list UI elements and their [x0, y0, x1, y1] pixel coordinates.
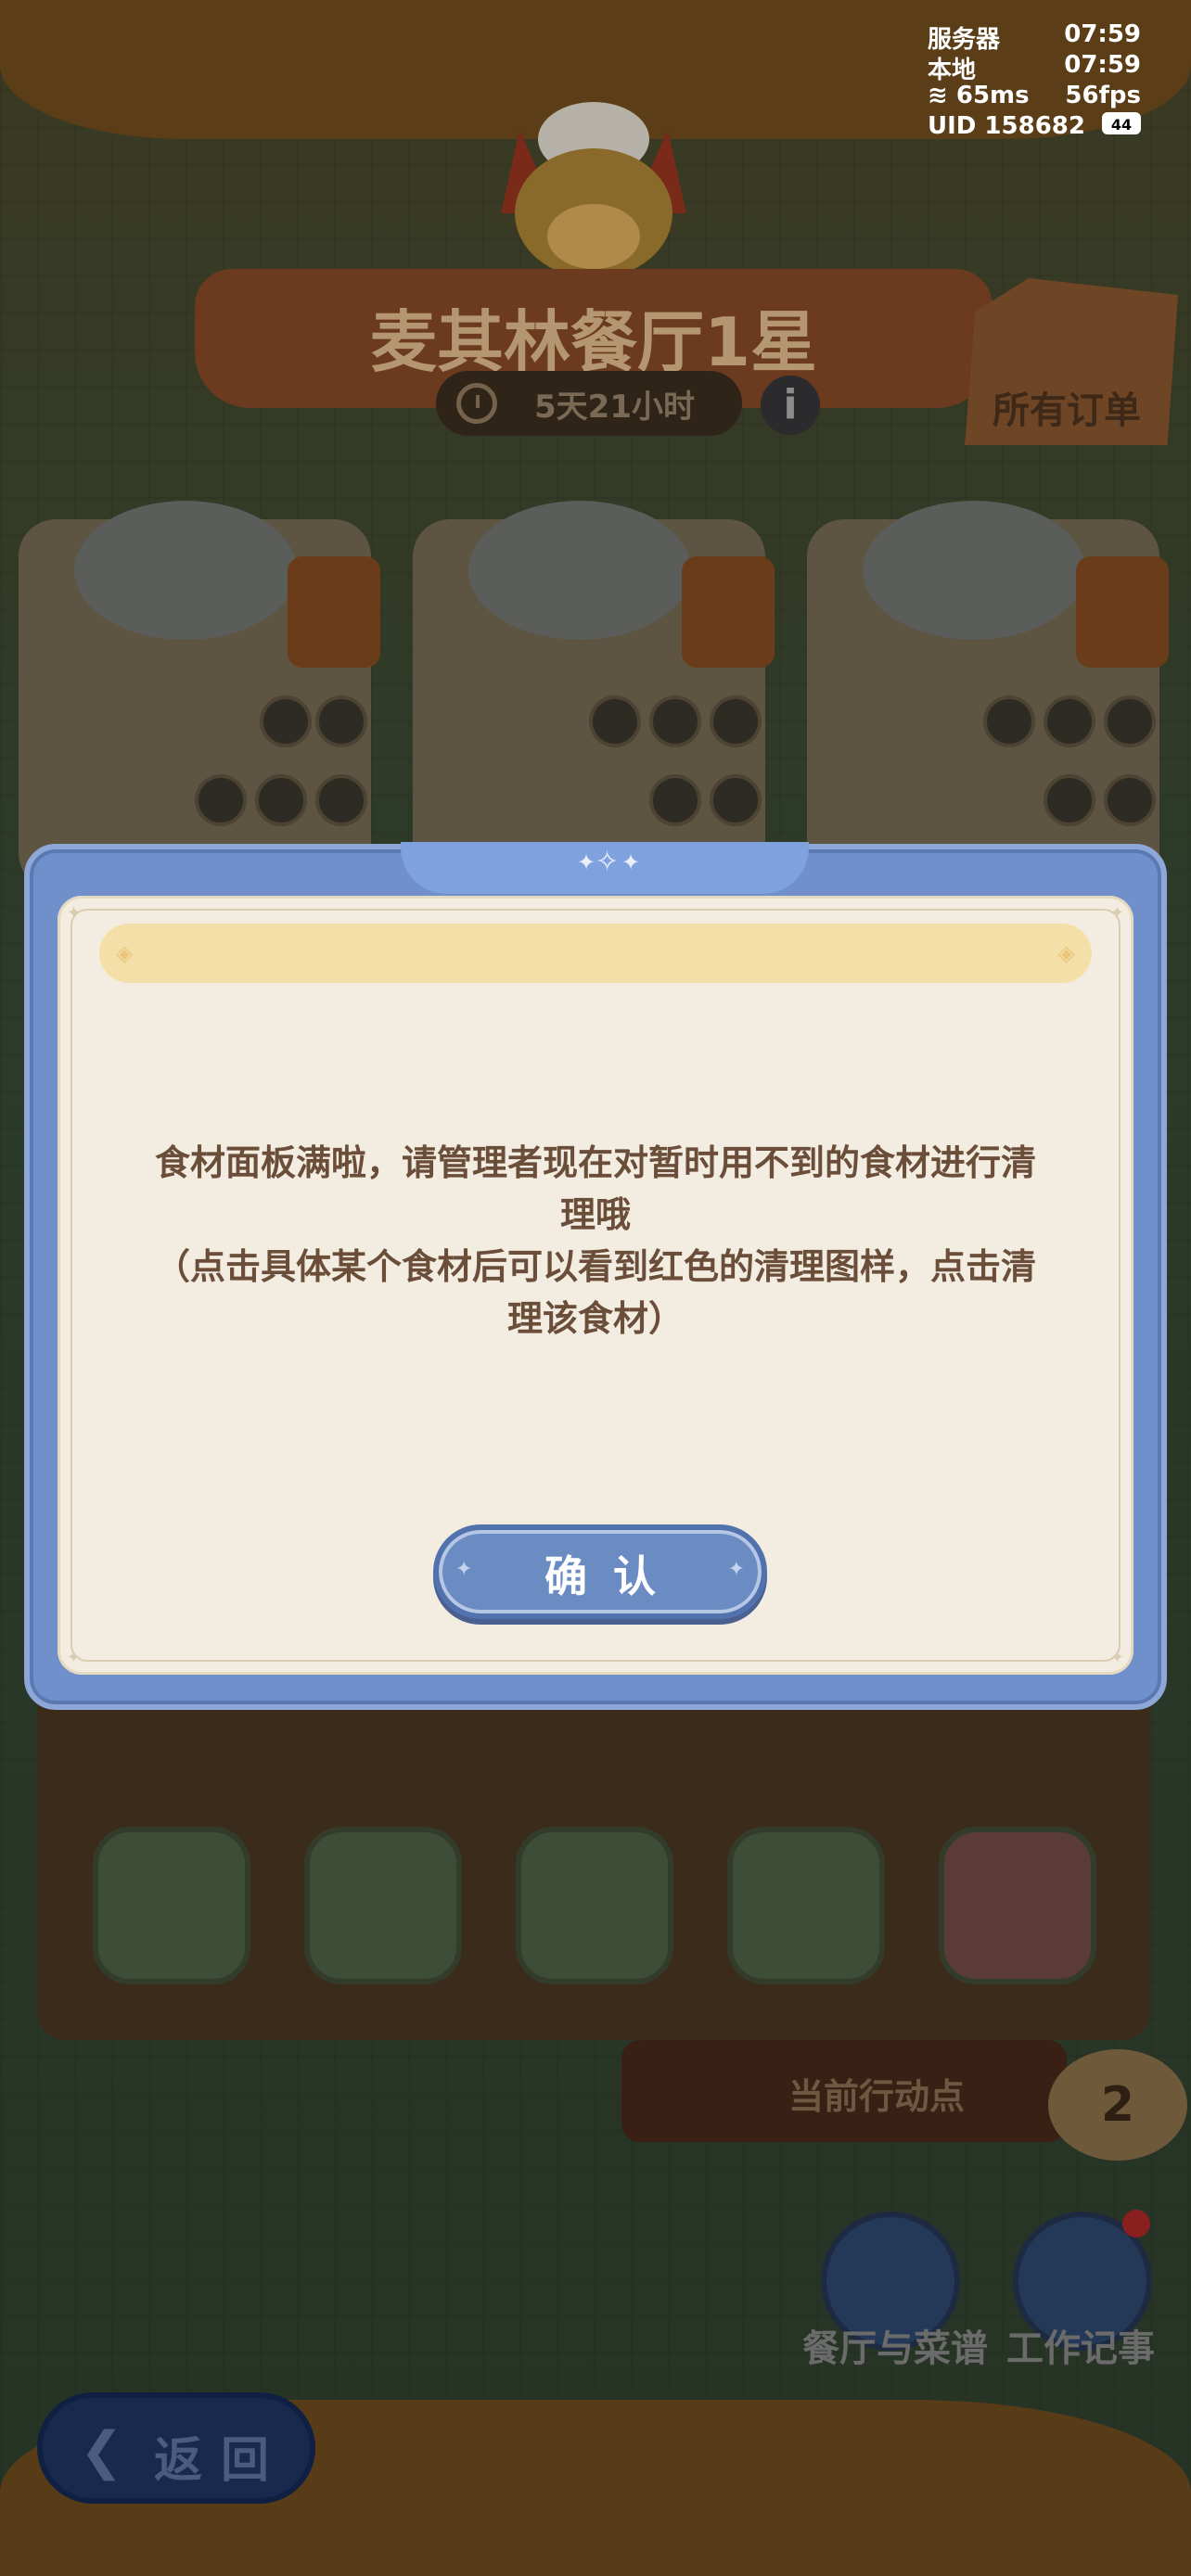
server-label: 服务器	[928, 26, 1001, 54]
info-icon: i	[783, 381, 798, 428]
tool-icon	[1104, 695, 1156, 747]
tool-icon	[1044, 695, 1095, 747]
tool-icon	[315, 695, 367, 747]
ingredient-row	[46, 774, 367, 826]
tool-icon	[649, 774, 701, 826]
timer-text: 5天21小时	[534, 388, 695, 426]
ping-value: 65ms	[955, 82, 1030, 109]
server-time: 07:59	[1064, 20, 1141, 48]
arrow-left-icon: ❮	[80, 2421, 123, 2481]
tool-icon	[255, 774, 307, 826]
clock-icon	[456, 383, 497, 424]
corner-ornament-icon: ✦	[1109, 903, 1124, 923]
ingredient-row	[441, 774, 762, 826]
tool-icon	[315, 774, 367, 826]
ingredient-row	[835, 774, 1156, 826]
gift-icon[interactable]	[682, 556, 775, 668]
local-time: 07:59	[1064, 51, 1141, 79]
event-timer: 5天21小时	[436, 371, 742, 436]
dish-image	[863, 501, 1085, 640]
ingredient-slot[interactable]	[93, 1827, 250, 1984]
tool-icon	[260, 695, 312, 747]
order-card[interactable]	[19, 501, 380, 890]
order-card[interactable]	[807, 501, 1169, 890]
confirm-label: 确认	[544, 1551, 682, 1601]
tool-icon	[649, 695, 701, 747]
chef-fox-mascot	[501, 102, 686, 278]
wifi-icon: ≋	[928, 82, 948, 109]
back-label: 返回	[154, 2433, 288, 2489]
status-overlay: 服务器 07:59 本地 07:59 ≋ 65ms 56fps UID 158682 4…	[928, 20, 1141, 143]
dialog-header-bar: ◈ ◈	[99, 924, 1092, 983]
back-button[interactable]: ❮ 返回	[37, 2392, 315, 2504]
corner-ornament-icon: ✦	[1109, 1648, 1124, 1667]
info-button[interactable]: i	[761, 376, 820, 435]
dish-image	[468, 501, 691, 640]
local-label: 本地	[928, 57, 977, 84]
sparkle-icon: ✧	[596, 846, 620, 878]
tool-icon	[710, 695, 762, 747]
order-card[interactable]	[413, 501, 775, 890]
action-points-count: 2	[1048, 2049, 1187, 2161]
sparkle-icon: ✦	[727, 1558, 745, 1581]
ingredient-row	[46, 695, 367, 747]
all-orders-label: 所有订单	[992, 389, 1141, 432]
ingredient-slot[interactable]	[304, 1827, 462, 1984]
recipes-label: 餐厅与菜谱	[802, 2327, 988, 2370]
dialog-message: 食材面板满啦，请管理者现在对暂时用不到的食材进行清理哦 （点击具体某个食材后可以…	[141, 1137, 1050, 1345]
ingredient-slot[interactable]	[939, 1827, 1096, 1984]
ingredient-full-dialog: ✦ ✧ ✦ ✦ ✦ ✦ ✦ ◈ ◈ 食材面板满啦，请管理者现在对暂时用不到的食材…	[24, 842, 1167, 1710]
tool-icon	[710, 774, 762, 826]
fps-value: 56fps	[1065, 82, 1141, 109]
work-log-label: 工作记事	[1006, 2327, 1155, 2370]
dish-image	[74, 501, 297, 640]
ingredient-row	[441, 695, 762, 747]
tool-icon	[1044, 774, 1095, 826]
tool-icon	[589, 695, 641, 747]
action-points-label: 当前行动点	[788, 2076, 966, 2117]
ingredient-tray	[37, 1669, 1150, 2040]
dialog-top-tab: ✦ ✧ ✦	[401, 842, 809, 894]
message-line-1: 食材面板满啦，请管理者现在对暂时用不到的食材进行清理哦	[154, 1142, 1036, 1235]
sparkle-icon: ✦	[621, 849, 641, 875]
confirm-button[interactable]: ✦ 确认 ✦	[433, 1524, 767, 1619]
corner-ornament-icon: ✦	[67, 1648, 82, 1667]
gift-icon[interactable]	[1076, 556, 1169, 668]
message-line-2: （点击具体某个食材后可以看到红色的清理图样，点击清理该食材）	[154, 1246, 1036, 1339]
dialog-body: ✦ ✦ ✦ ✦ ◈ ◈ 食材面板满啦，请管理者现在对暂时用不到的食材进行清理哦 …	[58, 896, 1133, 1675]
tool-icon	[1104, 774, 1156, 826]
ingredient-slot[interactable]	[727, 1827, 885, 1984]
corner-ornament-icon: ✦	[67, 903, 82, 923]
ingredient-slot[interactable]	[516, 1827, 673, 1984]
diamond-icon: ◈	[1057, 940, 1075, 966]
tool-icon	[983, 695, 1035, 747]
ingredient-row	[835, 695, 1156, 747]
notification-dot	[1122, 2210, 1150, 2238]
sparkle-icon: ✦	[577, 849, 596, 875]
battery-icon: 44	[1102, 112, 1141, 134]
action-points-bar: 当前行动点	[621, 2040, 1067, 2142]
tool-icon	[195, 774, 247, 826]
uid-value: UID 158682	[928, 112, 1085, 140]
diamond-icon: ◈	[116, 940, 134, 966]
gift-icon[interactable]	[288, 556, 380, 668]
